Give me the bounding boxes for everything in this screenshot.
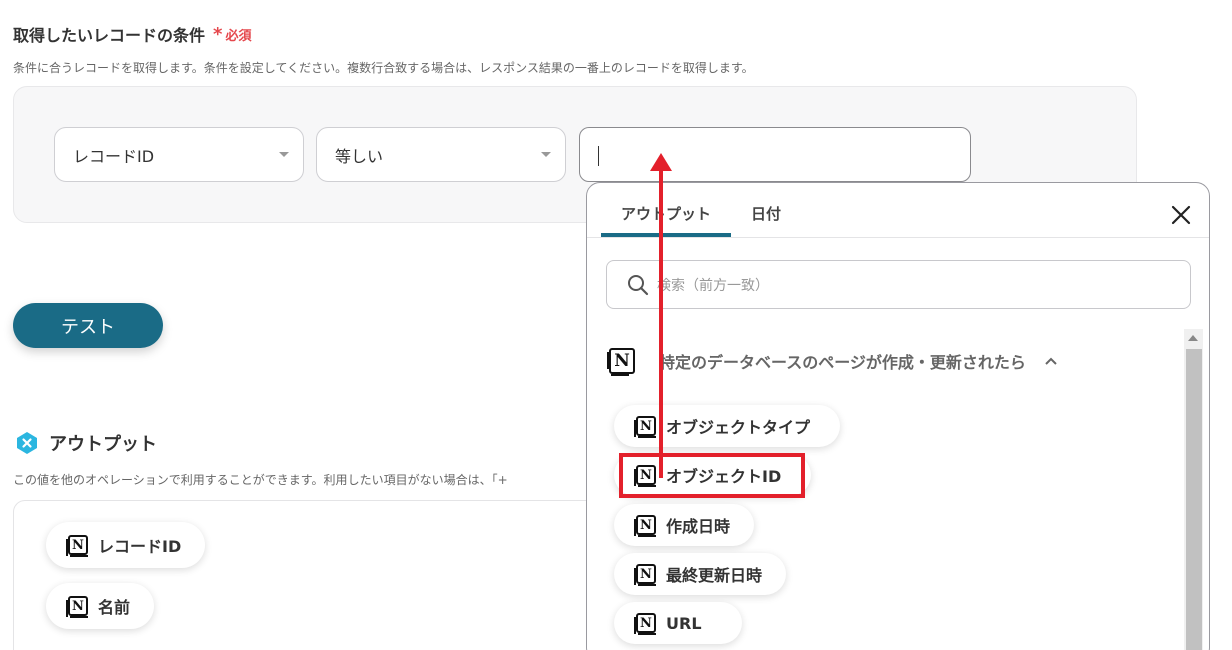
notion-icon: N [634, 613, 656, 635]
text-cursor [598, 146, 599, 166]
item-label: 最終更新日時 [666, 566, 763, 585]
notion-icon: N [634, 564, 656, 586]
output-chip-label: 名前 [98, 598, 131, 617]
output-chip-name[interactable]: N 名前 [46, 583, 155, 629]
output-title: アウトプット [15, 430, 157, 456]
annotation-arrow-head-icon [650, 153, 672, 171]
field-select-caret-icon [279, 152, 289, 157]
required-label: 必須 [225, 28, 252, 44]
condition-description: 条件に合うレコードを取得します。条件を設定してください。複数行合致する場合は、レ… [13, 61, 754, 75]
yoom-logo-icon [17, 432, 37, 454]
group-header[interactable]: N 特定のデータベースのページが作成・更新されたら [607, 348, 1058, 376]
field-select-value: レコードID [73, 146, 155, 166]
item-object-type[interactable]: N オブジェクトタイプ [614, 405, 841, 447]
close-icon[interactable] [1171, 205, 1191, 225]
tab-divider [587, 237, 1209, 238]
condition-title: 取得したいレコードの条件 * 必須 [13, 22, 251, 46]
field-select[interactable]: レコードID [54, 127, 304, 182]
group-title: 特定のデータベースのページが作成・更新されたら [659, 353, 1026, 372]
operator-select[interactable]: 等しい [316, 127, 566, 182]
output-chip-record-id[interactable]: N レコードID [46, 522, 206, 568]
item-last-edited-time[interactable]: N 最終更新日時 [614, 553, 787, 595]
notion-icon: N [66, 596, 88, 618]
tab-date[interactable]: 日付 [751, 203, 781, 224]
required-badge: * 必須 [213, 24, 251, 45]
item-url[interactable]: N URL [614, 602, 742, 644]
test-button[interactable]: テスト [13, 303, 163, 348]
output-chip-label: レコードID [98, 537, 182, 556]
item-label: URL [666, 613, 702, 633]
item-label: 作成日時 [666, 517, 731, 536]
search-placeholder: 検索（前方一致） [657, 277, 769, 294]
value-input[interactable] [579, 127, 971, 182]
output-description: この値を他のオペレーションで利用することができます。利用したい項目がない場合は、… [13, 473, 508, 487]
item-created-time[interactable]: N 作成日時 [614, 504, 755, 546]
search-icon [628, 274, 649, 295]
annotation-arrow-line [659, 168, 663, 478]
operator-select-caret-icon [541, 152, 551, 157]
item-label: オブジェクトタイプ [666, 418, 811, 437]
tab-output[interactable]: アウトプット [621, 203, 711, 224]
notion-icon: N [607, 348, 635, 376]
chevron-up-icon [1045, 357, 1057, 365]
notion-icon: N [634, 416, 656, 438]
active-tab-indicator [601, 233, 731, 237]
scrollbar-thumb[interactable] [1186, 349, 1202, 650]
notion-icon: N [634, 515, 656, 537]
output-title-text: アウトプット [49, 434, 157, 455]
scroll-up-icon[interactable] [1188, 335, 1198, 341]
condition-title-text: 取得したいレコードの条件 [13, 26, 206, 45]
operator-select-value: 等しい [335, 146, 384, 166]
search-input[interactable]: 検索（前方一致） [606, 260, 1191, 309]
notion-icon: N [66, 535, 88, 557]
required-mark: * [213, 23, 223, 45]
